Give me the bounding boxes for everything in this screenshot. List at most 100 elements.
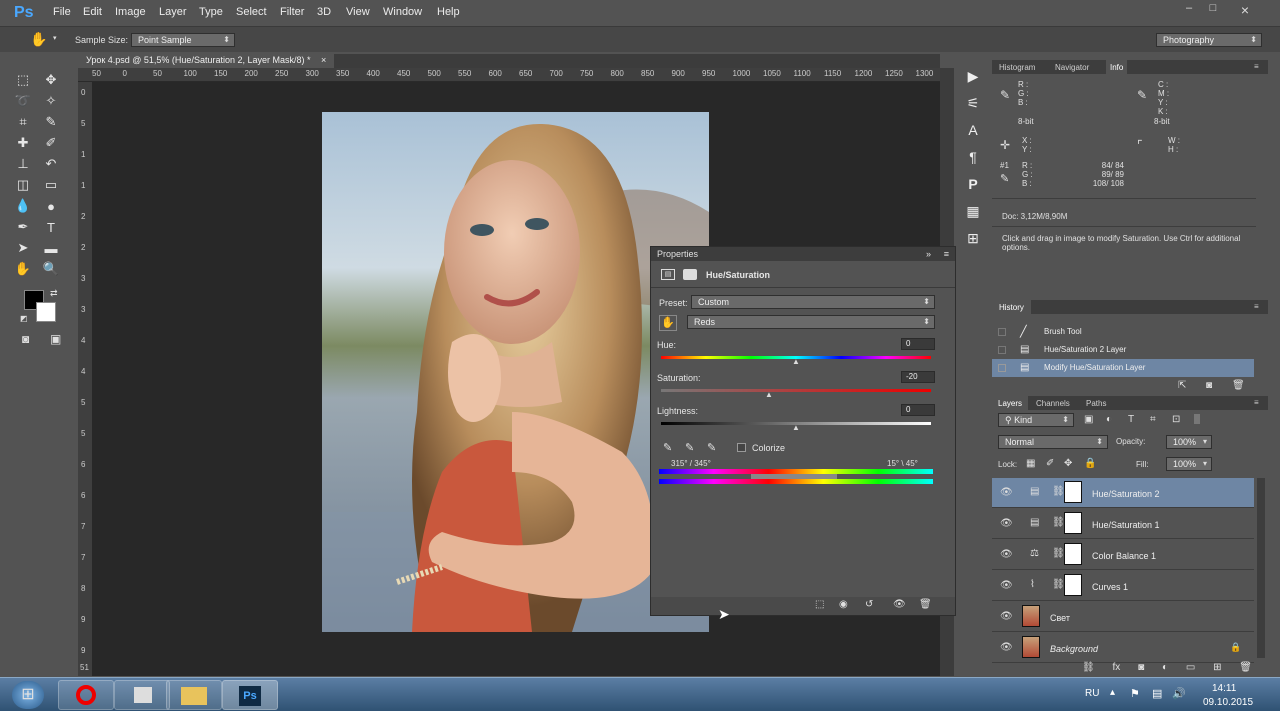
blur-tool-icon[interactable]: 💧 [12, 196, 34, 216]
visibility-eye-icon[interactable]: 👁 [1000, 611, 1013, 622]
eyedropper-minus-icon[interactable]: ✎ [707, 441, 716, 454]
chevron-down-icon[interactable]: ▾ [53, 34, 57, 42]
hand-tool-icon[interactable]: ✋ [30, 31, 47, 48]
new-group-icon[interactable]: ▭ [1186, 662, 1195, 676]
tab-info[interactable]: Info [1106, 60, 1128, 74]
menu-view[interactable]: View [346, 6, 370, 18]
link-layers-icon[interactable]: ⛓ [1082, 662, 1095, 676]
swatches-icon[interactable]: ▦ [962, 200, 984, 222]
visibility-eye-icon[interactable]: 👁 [1000, 549, 1013, 560]
hue-value-input[interactable]: 0 [901, 338, 935, 350]
link-chain-icon[interactable]: ⛓ [1052, 548, 1065, 559]
fill-input[interactable]: 100% ▾ [1166, 457, 1212, 471]
panel-menu-icon[interactable]: ≡ [1254, 398, 1259, 407]
new-document-from-state-icon[interactable]: ⇱ [1178, 380, 1186, 391]
lasso-tool-icon[interactable]: ➰ [12, 91, 34, 111]
filter-shape-icon[interactable]: ⌗ [1150, 414, 1156, 425]
taskbar-explorer[interactable] [166, 680, 222, 710]
blend-mode-dropdown[interactable]: Normal ⬍ [998, 435, 1108, 449]
visibility-icon[interactable]: 👁 [893, 599, 906, 610]
menu-filter[interactable]: Filter [280, 6, 304, 18]
default-colors-icon[interactable]: ◩ [20, 314, 28, 323]
clone-stamp-icon[interactable]: ⊥ [12, 154, 34, 174]
character-icon[interactable]: A [962, 119, 984, 141]
adjustments-icon[interactable]: ⊞ [962, 227, 984, 249]
layer-row[interactable]: 👁 ▤ ⛓ Hue/Saturation 1 [992, 509, 1254, 539]
history-checkbox[interactable] [998, 328, 1006, 336]
crop-tool-icon[interactable]: ⌗ [12, 112, 34, 132]
eraser-tool-icon[interactable]: ◫ [12, 175, 34, 195]
mask-icon[interactable] [683, 269, 697, 280]
eyedropper-tool-icon[interactable]: ✎ [40, 112, 62, 132]
visibility-eye-icon[interactable]: 👁 [1000, 487, 1013, 498]
channel-dropdown[interactable]: Reds ⬍ [687, 315, 935, 329]
close-tab-icon[interactable]: × [321, 55, 326, 65]
lock-pixels-icon[interactable]: ✐ [1046, 458, 1054, 469]
tab-layers[interactable]: Layers [992, 396, 1029, 410]
eyedropper-plus-icon[interactable]: ✎ [685, 441, 694, 454]
maximize-button[interactable]: □ [1202, 2, 1224, 16]
menu-edit[interactable]: Edit [83, 6, 102, 18]
new-layer-icon[interactable]: ⊞ [1213, 662, 1221, 676]
filter-smart-object-icon[interactable]: ⊡ [1172, 414, 1180, 425]
lock-all-icon[interactable]: 🔒 [1084, 458, 1096, 469]
history-item[interactable]: ▤ Hue/Saturation 2 Layer [992, 341, 1254, 359]
preset-dropdown[interactable]: Custom ⬍ [691, 295, 935, 309]
menu-type[interactable]: Type [199, 6, 223, 18]
tab-navigator[interactable]: Navigator [1055, 63, 1089, 72]
lock-position-icon[interactable]: ✥ [1064, 458, 1072, 469]
colorize-checkbox[interactable] [737, 443, 746, 452]
taskbar-program[interactable] [114, 680, 170, 710]
layer-filter-dropdown[interactable]: ⚲ Kind ⬍ [998, 413, 1074, 427]
snapshot-icon[interactable]: ◙ [1206, 380, 1212, 391]
link-chain-icon[interactable]: ⛓ [1052, 486, 1065, 497]
minimize-button[interactable]: – [1178, 2, 1200, 16]
close-button[interactable]: × [1234, 2, 1256, 18]
layer-mask-thumbnail[interactable] [1064, 574, 1082, 596]
shape-tool-icon[interactable]: ▬ [40, 238, 62, 258]
dodge-tool-icon[interactable]: ● [40, 196, 62, 216]
new-adjustment-icon[interactable]: ◐ [1162, 662, 1168, 676]
zoom-tool-icon[interactable]: 🔍 [40, 259, 62, 279]
panel-menu-icon[interactable]: ≡ [944, 247, 949, 261]
layer-row[interactable]: 👁 Свет [992, 602, 1254, 632]
layer-mask-thumbnail[interactable] [1064, 481, 1082, 503]
view-previous-icon[interactable]: ◉ [839, 599, 848, 610]
filter-toggle[interactable] [1194, 414, 1200, 424]
link-chain-icon[interactable]: ⛓ [1052, 517, 1065, 528]
delete-icon[interactable]: 🗑 [919, 599, 932, 610]
swap-colors-icon[interactable]: ⇄ [50, 288, 58, 299]
marquee-tool-icon[interactable]: ⬚ [12, 70, 34, 90]
photo-thumb[interactable] [1022, 636, 1040, 658]
filter-pixel-icon[interactable]: ▣ [1084, 414, 1093, 425]
layer-mask-thumbnail[interactable] [1064, 512, 1082, 534]
photo-thumb[interactable] [1022, 605, 1040, 627]
history-item-selected[interactable]: ▤ Modify Hue/Saturation Layer [992, 359, 1254, 377]
language-indicator[interactable]: RU [1085, 688, 1099, 699]
layers-scrollbar[interactable] [1257, 478, 1265, 658]
taskbar-photoshop[interactable]: Ps [222, 680, 278, 710]
lightness-value-input[interactable]: 0 [901, 404, 935, 416]
menu-select[interactable]: Select [236, 6, 267, 18]
filter-adjustment-icon[interactable]: ◐ [1106, 414, 1112, 425]
layer-row-selected[interactable]: 👁 ▤ ⛓ Hue/Saturation 2 [992, 478, 1254, 508]
history-brush-icon[interactable]: ↶ [40, 154, 62, 174]
menu-window[interactable]: Window [383, 6, 422, 18]
history-checkbox[interactable] [998, 346, 1006, 354]
targeted-adjustment-icon[interactable]: ✋ [659, 315, 677, 331]
type-tool-icon[interactable]: T [40, 217, 62, 237]
plugin-icon[interactable]: P [962, 173, 984, 195]
history-item[interactable]: ╱ Brush Tool [992, 323, 1254, 341]
actions-play-icon[interactable]: ▶ [962, 65, 984, 87]
panel-menu-icon[interactable]: ≡ [1254, 62, 1259, 71]
menu-file[interactable]: File [53, 6, 71, 18]
menu-3d[interactable]: 3D [317, 6, 331, 18]
flag-icon[interactable]: ⚑ [1130, 687, 1140, 700]
menu-layer[interactable]: Layer [159, 6, 187, 18]
volume-icon[interactable]: 🔊 [1172, 687, 1186, 700]
screen-mode-icon[interactable]: ▣ [50, 332, 61, 346]
eyedropper-icon[interactable]: ✎ [663, 441, 672, 454]
hue-slider-handle[interactable]: ▲ [792, 357, 800, 366]
delete-icon[interactable]: 🗑 [1239, 662, 1252, 676]
pen-tool-icon[interactable]: ✒ [12, 217, 34, 237]
